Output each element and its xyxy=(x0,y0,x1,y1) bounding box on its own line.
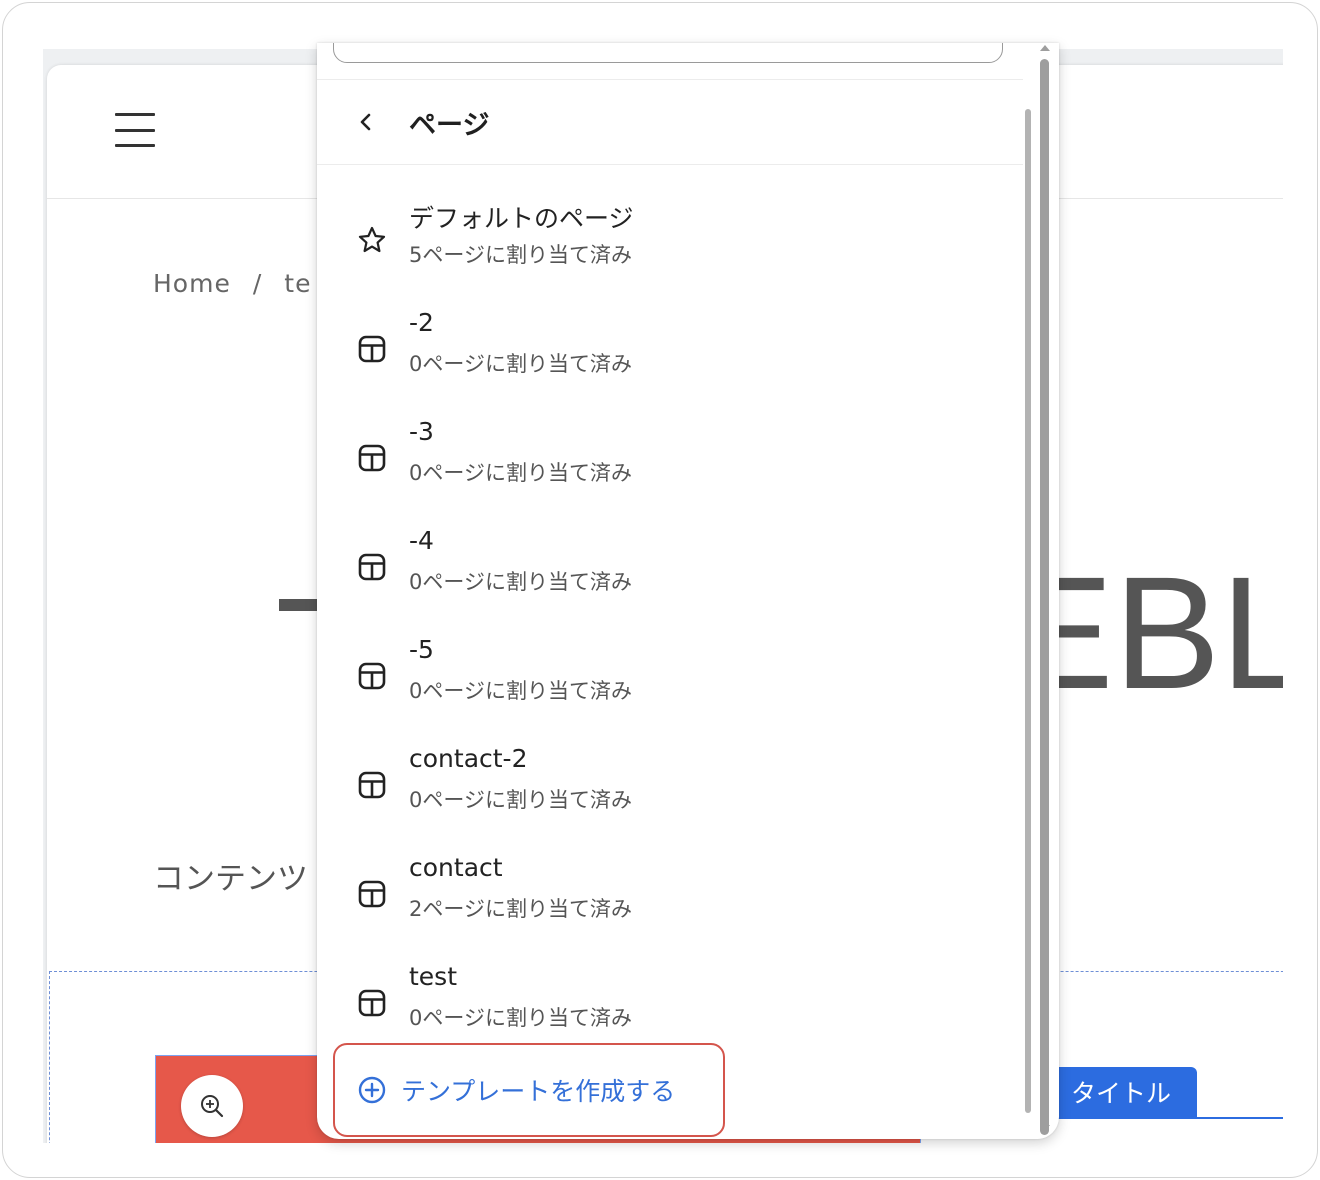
layout-icon xyxy=(355,550,389,584)
zoom-in-icon xyxy=(201,1095,224,1118)
divider xyxy=(317,79,1023,80)
template-assigned-count: 0ページに割り当て済み xyxy=(409,352,632,376)
layout-icon xyxy=(355,877,389,911)
template-item-default[interactable]: デフォルトのページ 5ページに割り当て済み xyxy=(317,193,1023,302)
chevron-left-icon xyxy=(360,113,371,131)
plus-circle-icon xyxy=(357,1075,387,1105)
title-tab-label: タイトル xyxy=(1071,1079,1172,1108)
template-name: デフォルトのページ xyxy=(409,204,634,233)
zoom-in-button[interactable] xyxy=(181,1075,243,1137)
scroll-up-arrow-icon[interactable] xyxy=(1037,43,1053,53)
star-icon xyxy=(355,223,389,257)
layout-icon xyxy=(355,986,389,1020)
breadcrumb-current: te xyxy=(284,269,312,298)
back-button[interactable] xyxy=(351,107,381,137)
template-name: contact xyxy=(409,853,503,882)
popover-title: ページ xyxy=(409,110,490,141)
template-assigned-count: 0ページに割り当て済み xyxy=(409,570,632,594)
menu-icon[interactable] xyxy=(115,113,155,147)
template-picker-popover: ページ デフォルトのページ 5ページに割り当て済み -2 0ページに割り当て済み xyxy=(317,43,1059,1139)
template-name: -5 xyxy=(409,635,434,664)
template-item[interactable]: contact-2 0ページに割り当て済み xyxy=(317,738,1023,847)
template-assigned-count: 0ページに割り当て済み xyxy=(409,461,632,485)
inner-scrollbar-thumb[interactable] xyxy=(1025,109,1031,1113)
template-item[interactable]: -3 0ページに割り当て済み xyxy=(317,411,1023,520)
breadcrumb-home[interactable]: Home xyxy=(153,269,231,298)
template-assigned-count: 5ページに割り当て済み xyxy=(409,243,632,267)
scrollbar-thumb[interactable] xyxy=(1040,59,1049,1135)
breadcrumb: Home / te xyxy=(153,269,311,298)
breadcrumb-separator: / xyxy=(252,269,263,298)
template-assigned-count: 0ページに割り当て済み xyxy=(409,788,632,812)
template-name: -2 xyxy=(409,308,434,337)
template-assigned-count: 0ページに割り当て済み xyxy=(409,679,632,703)
template-list: デフォルトのページ 5ページに割り当て済み -2 0ページに割り当て済み -3 … xyxy=(317,193,1023,1065)
layout-icon xyxy=(355,768,389,802)
template-name: test xyxy=(409,962,458,991)
template-name: -3 xyxy=(409,417,434,446)
template-assigned-count: 0ページに割り当て済み xyxy=(409,1006,632,1030)
layout-icon xyxy=(355,441,389,475)
template-item[interactable]: contact 2ページに割り当て済み xyxy=(317,847,1023,956)
template-item[interactable]: -2 0ページに割り当て済み xyxy=(317,302,1023,411)
template-item[interactable]: -5 0ページに割り当て済み xyxy=(317,629,1023,738)
search-input[interactable] xyxy=(333,43,1003,63)
template-assigned-count: 2ページに割り当て済み xyxy=(409,897,632,921)
contents-heading: コンテンツ xyxy=(153,861,308,897)
layout-icon xyxy=(355,332,389,366)
title-tab[interactable]: タイトル xyxy=(1047,1067,1197,1117)
template-name: -4 xyxy=(409,526,434,555)
template-name: contact-2 xyxy=(409,744,528,773)
popover-header: ページ xyxy=(317,81,1023,165)
create-template-button[interactable]: テンプレートを作成する xyxy=(333,1043,725,1137)
layout-icon xyxy=(355,659,389,693)
create-template-label: テンプレートを作成する xyxy=(401,1077,676,1106)
window-frame: Home / te EBL コンテンツ タイトル ページ デフォルトのページ 5… xyxy=(2,2,1318,1178)
template-item[interactable]: -4 0ページに割り当て済み xyxy=(317,520,1023,629)
title-underline xyxy=(1047,1117,1283,1119)
scroll-down-arrow-icon[interactable] xyxy=(1037,1123,1053,1133)
